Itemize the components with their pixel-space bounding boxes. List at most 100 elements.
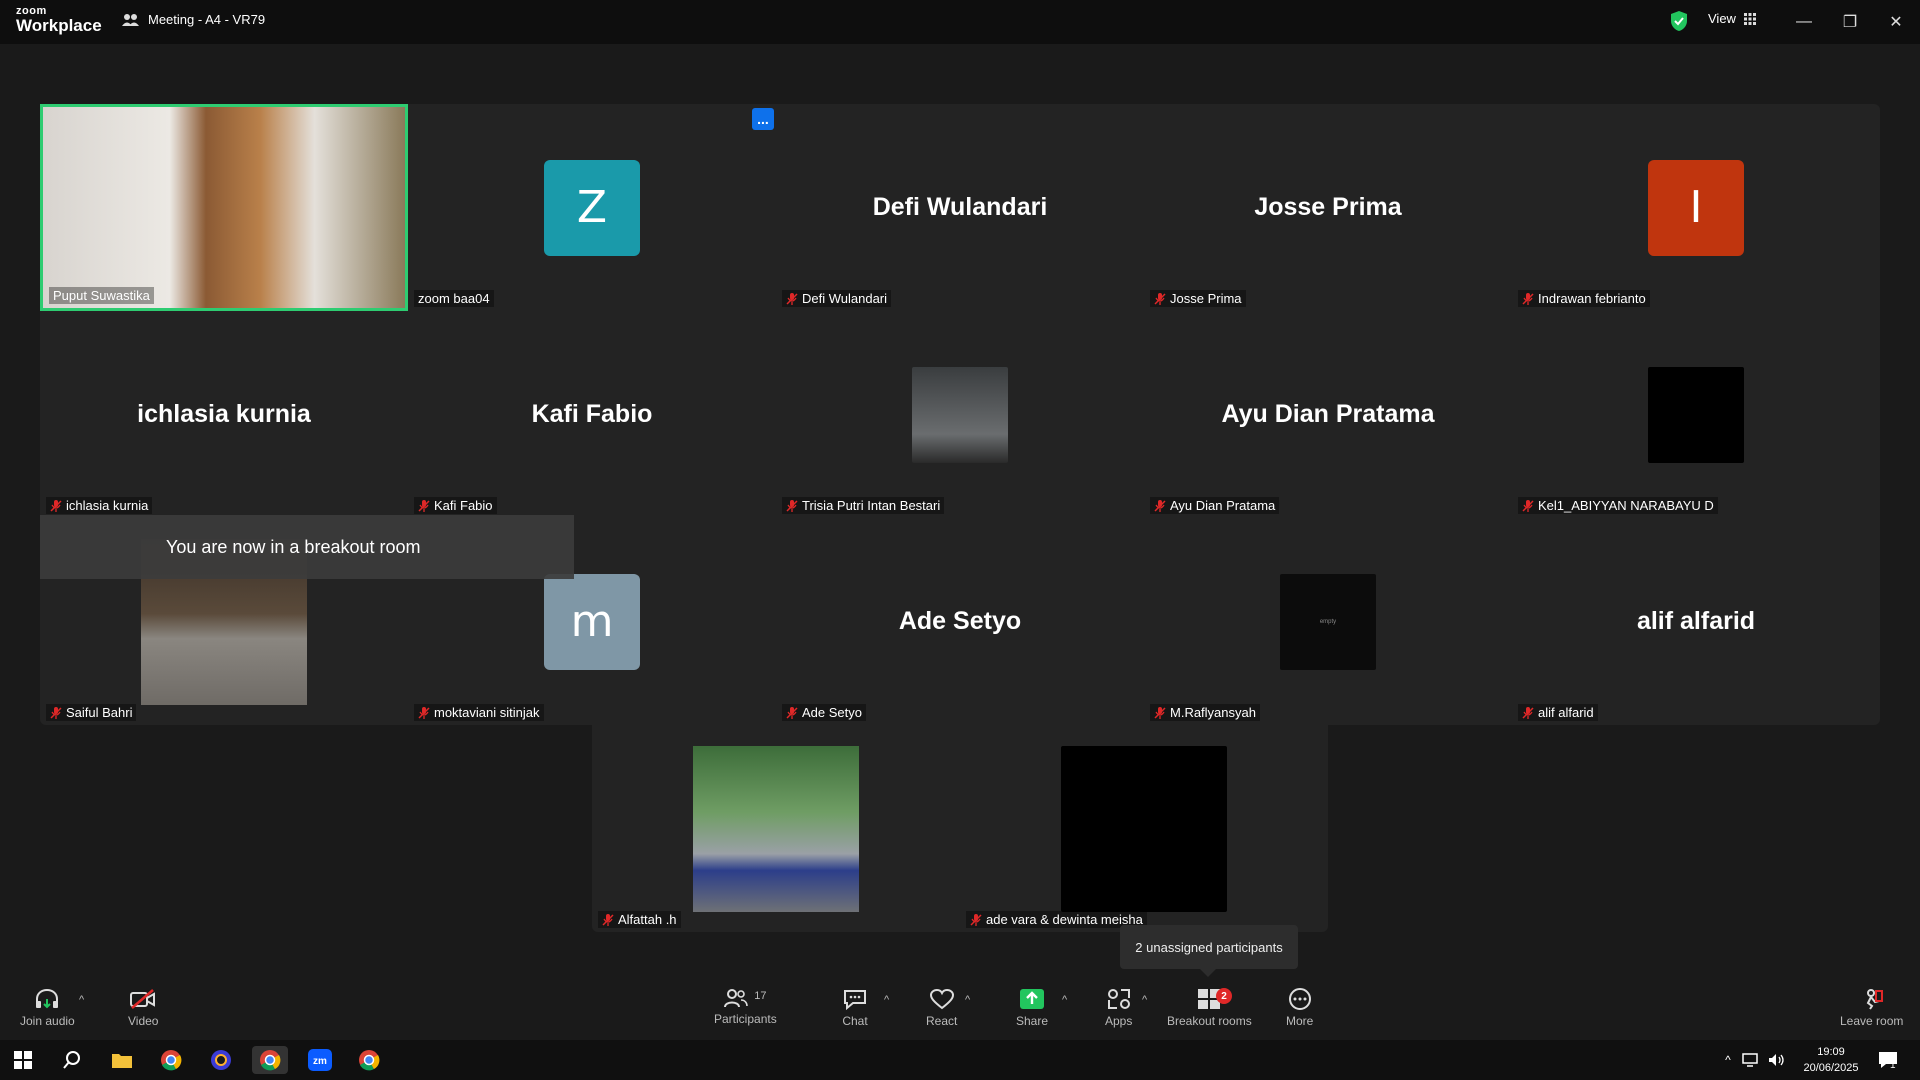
participants-icon	[724, 989, 749, 1008]
view-button[interactable]: View	[1708, 11, 1756, 26]
chrome-second-icon[interactable]	[351, 1046, 387, 1074]
chrome-active-icon[interactable]	[252, 1046, 288, 1074]
participant-nameplate: Ade Setyo	[782, 704, 866, 721]
participant-nameplate: zoom baa04	[414, 290, 494, 307]
tile-content: Josse Prima	[1144, 104, 1512, 311]
participant-tile-zoom-baa04[interactable]: Zzoom baa04	[408, 104, 776, 311]
media-app-icon[interactable]	[203, 1046, 239, 1074]
participant-display-name: Defi Wulandari	[872, 193, 1048, 221]
participant-nameplate: M.Raflyansyah	[1150, 704, 1260, 721]
tile-content: alif alfarid	[1512, 518, 1880, 725]
more-label: More	[1286, 1014, 1314, 1028]
participants-count: 17	[754, 990, 767, 1002]
participants-button[interactable]: 17 Participants	[714, 988, 777, 1026]
minimize-icon[interactable]: —	[1790, 8, 1818, 36]
breakout-rooms-label: Breakout rooms	[1167, 1014, 1252, 1028]
breakout-rooms-button[interactable]: Breakout rooms	[1167, 988, 1252, 1028]
video-off-icon	[130, 989, 156, 1009]
tile-content: ichlasia kurnia	[40, 311, 408, 518]
view-label: View	[1708, 11, 1736, 26]
participant-nameplate: Josse Prima	[1150, 290, 1246, 307]
notification-center-icon[interactable]: 1	[1870, 1046, 1906, 1074]
share-options-caret-icon[interactable]: ^	[1062, 994, 1067, 1006]
join-audio-label: Join audio	[20, 1014, 75, 1028]
more-options-button[interactable]: ...	[752, 108, 774, 130]
system-clock[interactable]: 19:09 20/06/2025	[1796, 1044, 1866, 1076]
close-icon[interactable]: ✕	[1882, 8, 1910, 36]
restore-icon[interactable]: ❐	[1836, 8, 1864, 36]
participant-tile-ade-setyo[interactable]: Ade Setyo Ade Setyo	[776, 518, 1144, 725]
leave-room-button[interactable]: Leave room	[1840, 988, 1903, 1028]
video-button[interactable]: Video	[128, 988, 158, 1028]
heart-react-icon	[929, 988, 954, 1010]
participant-name: Defi Wulandari	[802, 291, 888, 306]
volume-icon[interactable]	[1766, 1046, 1788, 1074]
participant-nameplate: ichlasia kurnia	[46, 497, 153, 514]
participant-tile-ichlasia-kurnia[interactable]: ichlasia kurnia ichlasia kurnia	[40, 311, 408, 518]
mic-muted-icon	[418, 706, 430, 719]
participant-nameplate: Alfattah .h	[598, 911, 681, 928]
tray-chevron-up-icon[interactable]: ^	[1718, 1046, 1738, 1074]
tile-content	[960, 725, 1328, 932]
participant-name: zoom baa04	[418, 291, 490, 306]
participant-nameplate: Indrawan febrianto	[1518, 290, 1650, 307]
react-button[interactable]: React	[926, 988, 957, 1028]
notification-count: 1	[1890, 1060, 1896, 1071]
network-icon[interactable]	[1740, 1046, 1762, 1074]
participant-tile-puput-suwastika[interactable]: Puput Suwastika	[40, 104, 408, 311]
participant-tile-josse-prima[interactable]: Josse Prima Josse Prima	[1144, 104, 1512, 311]
participant-tile-ade-vara-dewinta-meisha[interactable]: ade vara & dewinta meisha	[960, 725, 1328, 932]
participant-name: Ayu Dian Pratama	[1170, 498, 1276, 513]
chat-options-caret-icon[interactable]: ^	[884, 994, 889, 1006]
participant-tile-defi-wulandari[interactable]: Defi Wulandari Defi Wulandari	[776, 104, 1144, 311]
participant-name: Alfattah .h	[618, 912, 677, 927]
participant-nameplate: Trisia Putri Intan Bestari	[782, 497, 945, 514]
chat-icon	[844, 990, 866, 1010]
breakout-toast-text: You are now in a breakout room	[166, 536, 421, 557]
zoom-taskbar-icon[interactable]: zm	[302, 1046, 338, 1074]
participant-avatar: Z	[544, 159, 640, 256]
mic-muted-icon	[1154, 499, 1166, 512]
file-explorer-icon[interactable]	[104, 1046, 140, 1074]
profile-picture	[912, 366, 1008, 463]
react-label: React	[926, 1014, 958, 1028]
mic-muted-icon	[786, 499, 798, 512]
share-button[interactable]: Share	[1016, 988, 1048, 1028]
tile-content: Kafi Fabio	[408, 311, 776, 518]
participant-tile-alif-alfarid[interactable]: alif alfarid alif alfarid	[1512, 518, 1880, 725]
chat-button[interactable]: Chat	[842, 988, 868, 1028]
windows-start-icon[interactable]	[5, 1046, 41, 1074]
participant-tile-kel1-abiyyan-narabayu-d[interactable]: Kel1_ABIYYAN NARABAYU D	[1512, 311, 1880, 518]
participant-name: alif alfarid	[1538, 705, 1594, 720]
participant-avatar: m	[544, 573, 640, 670]
participant-tile-trisia-putri-intan-bestari[interactable]: Trisia Putri Intan Bestari	[776, 311, 1144, 518]
participant-name: Kel1_ABIYYAN NARABAYU D	[1538, 498, 1714, 513]
participant-nameplate: Puput Suwastika	[49, 287, 154, 304]
chrome-icon[interactable]	[153, 1046, 189, 1074]
participant-display-name: Ade Setyo	[898, 607, 1022, 635]
participant-name: ichlasia kurnia	[66, 498, 149, 513]
participant-nameplate: moktaviani sitinjak	[414, 704, 544, 721]
participant-tile-ayu-dian-pratama[interactable]: Ayu Dian Pratama Ayu Dian Pratama	[1144, 311, 1512, 518]
participant-tile-m-raflyansyah[interactable]: empty M.Raflyansyah	[1144, 518, 1512, 725]
participant-tile-alfattah-h[interactable]: Alfattah .h	[592, 725, 960, 932]
apps-options-caret-icon[interactable]: ^	[1142, 994, 1147, 1006]
react-options-caret-icon[interactable]: ^	[965, 994, 970, 1006]
participant-nameplate: ade vara & dewinta meisha	[966, 911, 1147, 928]
profile-picture: empty	[1280, 573, 1376, 670]
encryption-shield-icon[interactable]	[1670, 10, 1688, 32]
participant-tile-indrawan-febrianto[interactable]: I Indrawan febrianto	[1512, 104, 1880, 311]
headphones-icon	[36, 988, 59, 1009]
leave-room-label: Leave room	[1840, 1014, 1904, 1028]
audio-options-caret-icon[interactable]: ^	[79, 994, 84, 1006]
join-audio-button[interactable]: Join audio	[20, 988, 75, 1028]
more-button[interactable]: More	[1286, 988, 1313, 1028]
apps-button[interactable]: Apps	[1105, 988, 1132, 1028]
mic-muted-icon	[786, 706, 798, 719]
search-icon[interactable]	[54, 1046, 90, 1074]
participant-nameplate: Kafi Fabio	[414, 497, 497, 514]
participant-nameplate: Kel1_ABIYYAN NARABAYU D	[1518, 497, 1718, 514]
meeting-info[interactable]: Meeting - A4 - VR79	[122, 12, 265, 27]
participant-tile-kafi-fabio[interactable]: Kafi Fabio Kafi Fabio	[408, 311, 776, 518]
apps-label: Apps	[1105, 1014, 1133, 1028]
